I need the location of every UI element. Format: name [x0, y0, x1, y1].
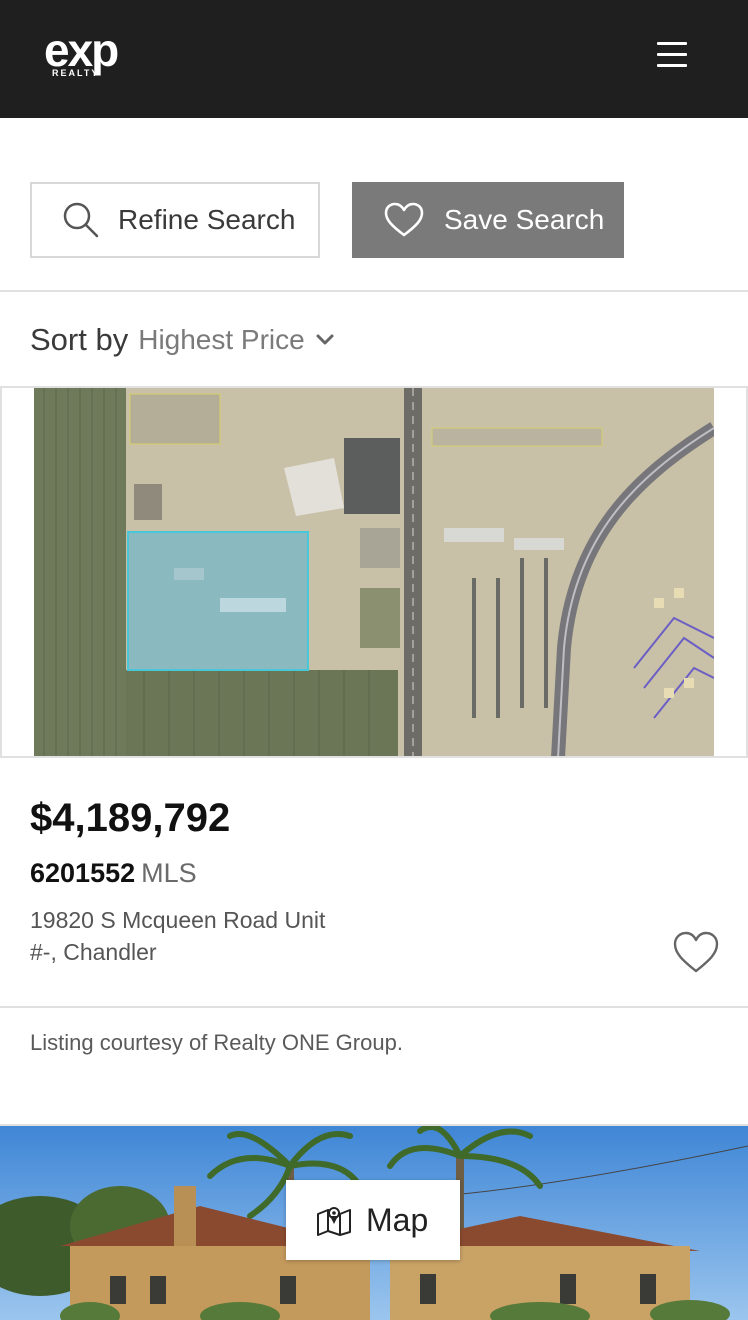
address-line-2: #-, Chandler [30, 939, 157, 965]
mls-label: MLS [141, 858, 197, 888]
sort-label: Sort by [30, 322, 129, 357]
listing-mls: 6201552 MLS [30, 858, 197, 889]
exp-realty-logo[interactable]: exp REALTY [44, 24, 144, 80]
mls-number: 6201552 [30, 858, 136, 888]
refine-search-label: Refine Search [118, 204, 296, 235]
aerial-parcel-map-image [34, 388, 714, 756]
section-divider [0, 290, 748, 292]
map-view-button[interactable]: Map [286, 1180, 460, 1260]
save-search-label: Save Search [444, 204, 605, 235]
sort-dropdown[interactable]: Sort by Highest Price [30, 318, 335, 362]
listing-card[interactable]: $4,189,792 6201552 MLS 19820 S Mcqueen Ro… [0, 386, 748, 1126]
listing-address: 19820 S Mcqueen Road Unit #-, Chandler [30, 904, 390, 968]
address-line-1: 19820 S Mcqueen Road Unit [30, 907, 326, 933]
top-navigation-bar: exp REALTY [0, 0, 748, 118]
save-search-button[interactable]: Save Search [352, 182, 624, 258]
listing-price: $4,189,792 [30, 796, 231, 840]
sort-selected-value: Highest Price [138, 324, 305, 355]
map-button-label: Map [366, 1201, 429, 1238]
listing-courtesy: Listing courtesy of Realty ONE Group. [30, 1030, 403, 1055]
logo-subtitle: REALTY [52, 68, 100, 78]
card-divider [0, 1006, 748, 1008]
search-icon [63, 202, 99, 238]
heart-outline-icon[interactable] [672, 930, 720, 974]
map-icon [317, 1207, 351, 1236]
refine-search-button[interactable]: Refine Search [30, 182, 320, 258]
chevron-down-icon [316, 334, 334, 345]
heart-icon [384, 202, 424, 237]
listing-photo[interactable] [0, 386, 748, 758]
hamburger-icon[interactable] [648, 34, 696, 74]
